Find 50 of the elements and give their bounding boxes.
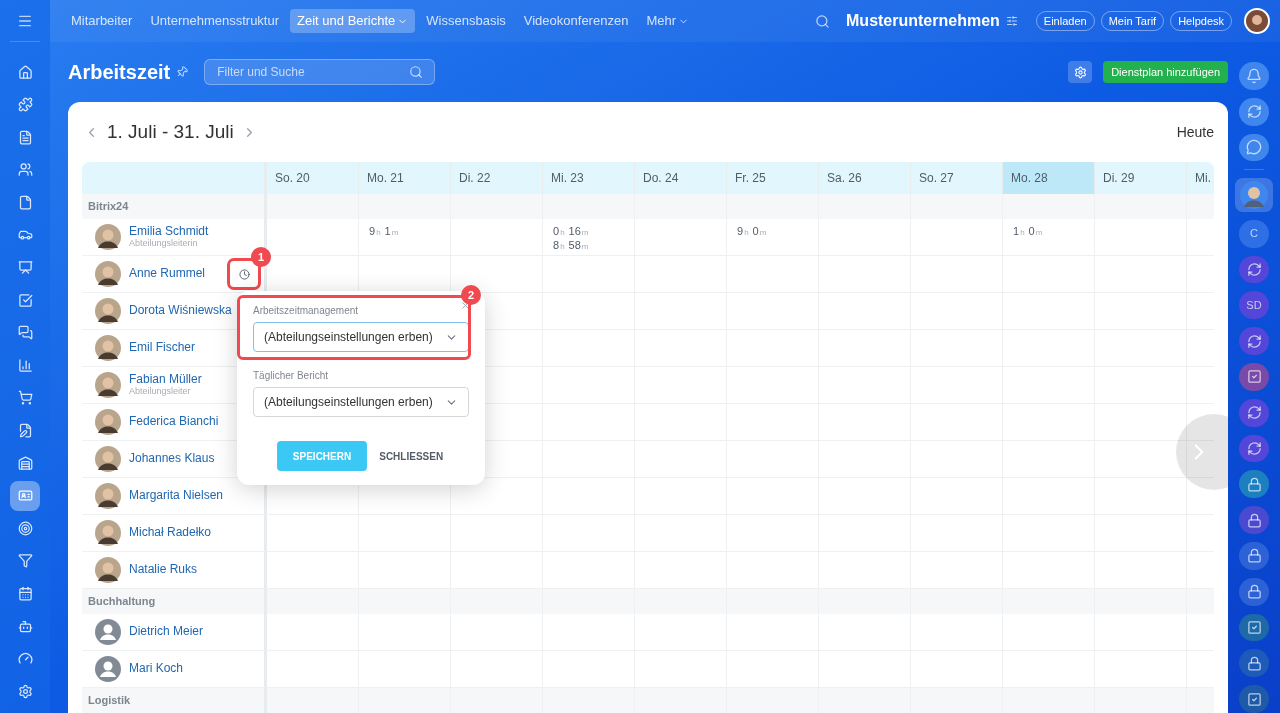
close-button[interactable]: SCHLIESSEN xyxy=(377,441,446,471)
page-title: Arbeitszeit xyxy=(68,60,171,85)
field-label: Arbeitszeitmanagement xyxy=(253,304,359,318)
group-title: Logistik xyxy=(88,693,131,709)
employee-name[interactable]: Margarita Nielsen xyxy=(129,489,224,503)
employee-name[interactable]: Michał Radełko xyxy=(129,526,212,540)
employee-name[interactable]: Federica Bianchi xyxy=(129,415,219,429)
contact-avatar[interactable]: C xyxy=(1239,219,1269,248)
company-name[interactable]: Musterunternehmen xyxy=(846,9,1000,33)
day-header: Di. 29 xyxy=(1095,162,1187,194)
employee-role: Abteilungsleiterin xyxy=(129,238,199,249)
day-header: So. 27 xyxy=(911,162,1003,194)
day-header: Sa. 26 xyxy=(819,162,911,194)
period-title: 1. Juli - 31. Juli xyxy=(107,119,234,144)
employee-name[interactable]: Dietrich Meier xyxy=(129,625,203,639)
worked-time: 0h 16m xyxy=(553,225,590,239)
select-field[interactable]: (Abteilungseinstellungen erben) xyxy=(253,387,469,417)
nav-tab[interactable]: Unternehmensstruktur xyxy=(143,9,287,33)
group-title: Buchhaltung xyxy=(88,594,156,610)
nav-tab[interactable]: Mitarbeiter xyxy=(64,9,140,33)
employee-name[interactable]: Emilia Schmidt xyxy=(129,225,209,239)
day-header: Mo. 21 xyxy=(359,162,451,194)
worked-time: 8h 58m xyxy=(553,239,590,253)
employee-name[interactable]: Mari Koch xyxy=(129,662,184,676)
employee-name[interactable]: Anne Rummel xyxy=(129,267,206,281)
nav-tab[interactable]: Mehr xyxy=(639,9,696,33)
worked-time: 1h 0 m xyxy=(1013,225,1044,239)
employee-role: Abteilungsleiter xyxy=(129,386,192,397)
nav-tab[interactable]: Videokonferenzen xyxy=(516,9,636,33)
field-label: Täglicher Bericht xyxy=(253,369,329,383)
day-header: Di. 22 xyxy=(451,162,543,194)
day-header: Fr. 25 xyxy=(727,162,819,194)
employee-name[interactable]: Natalie Ruks xyxy=(129,563,198,577)
day-header: Mo. 28 xyxy=(1003,162,1095,194)
employee-name[interactable]: Emil Fischer xyxy=(129,341,195,355)
day-header: Mi. xyxy=(1187,162,1214,194)
employee-name[interactable]: Fabian Müller xyxy=(129,373,202,387)
day-header: So. 20 xyxy=(267,162,359,194)
contact-avatar[interactable]: SD xyxy=(1239,291,1269,320)
day-header: Mi. 23 xyxy=(543,162,635,194)
employee-name[interactable]: Johannes Klaus xyxy=(129,452,215,466)
employee-name[interactable]: Dorota Wiśniewska xyxy=(129,304,232,318)
worked-time: 9h 0 m xyxy=(737,225,768,239)
worked-time: 9h 1 m xyxy=(369,225,400,239)
annotation-badge: 2 xyxy=(461,285,481,305)
nav-tab[interactable]: Wissensbasis xyxy=(419,9,513,33)
annotation-badge: 1 xyxy=(251,247,271,267)
today-button[interactable]: Heute xyxy=(1176,121,1214,143)
day-header: Do. 24 xyxy=(635,162,727,194)
group-title: Bitrix24 xyxy=(88,199,129,215)
